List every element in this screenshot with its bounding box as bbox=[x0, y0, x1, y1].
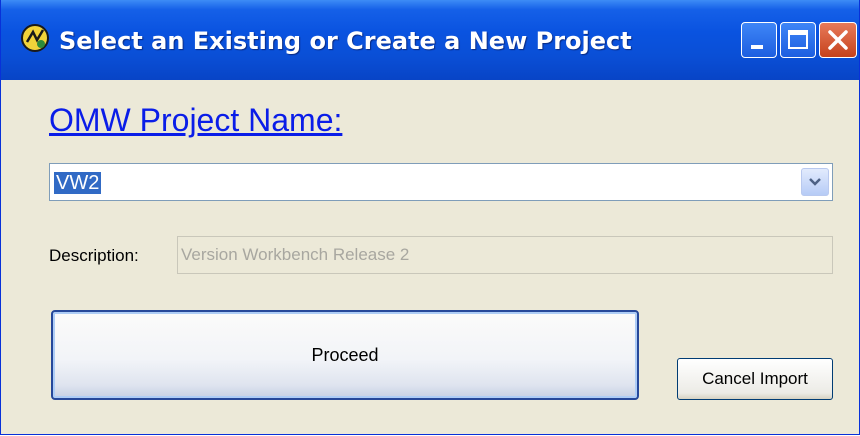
dialog-window: Select an Existing or Create a New Proje… bbox=[0, 0, 860, 435]
close-button[interactable] bbox=[819, 22, 857, 58]
minimize-icon bbox=[751, 45, 763, 49]
project-name-value[interactable]: VW2 bbox=[54, 172, 102, 194]
chevron-down-icon bbox=[809, 178, 821, 186]
minimize-button[interactable] bbox=[741, 22, 777, 58]
maximize-button[interactable] bbox=[780, 22, 816, 58]
cancel-import-button[interactable]: Cancel Import bbox=[677, 358, 833, 400]
dropdown-button[interactable] bbox=[801, 168, 829, 196]
window-title: Select an Existing or Create a New Proje… bbox=[59, 27, 632, 55]
description-field: Version Workbench Release 2 bbox=[177, 236, 833, 274]
maximize-icon bbox=[788, 30, 808, 49]
project-name-combobox[interactable]: VW2 bbox=[49, 163, 833, 201]
project-name-heading: OMW Project Name: bbox=[49, 102, 343, 138]
title-bar[interactable]: Select an Existing or Create a New Proje… bbox=[1, 0, 859, 80]
proceed-button[interactable]: Proceed bbox=[51, 310, 639, 400]
app-icon bbox=[21, 24, 49, 52]
close-icon bbox=[828, 30, 848, 50]
description-label: Description: bbox=[49, 246, 139, 265]
